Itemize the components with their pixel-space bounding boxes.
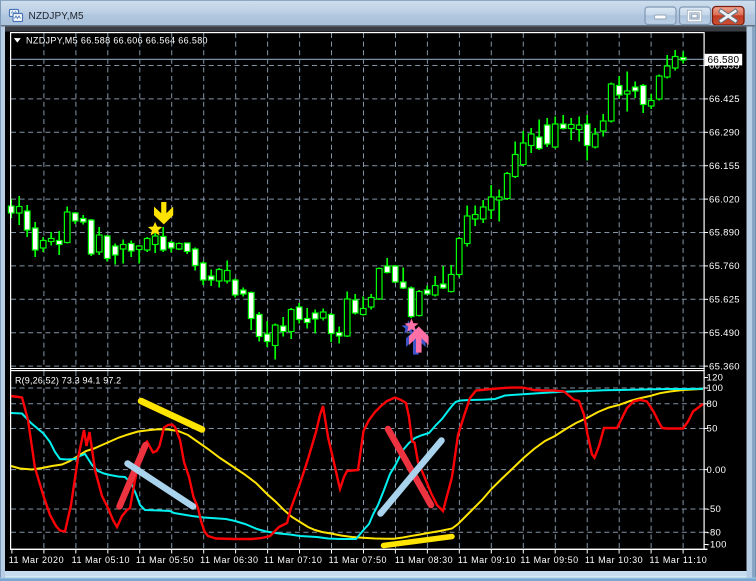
svg-text:65.490: 65.490 — [709, 328, 740, 339]
svg-text:11 Mar 07:10: 11 Mar 07:10 — [264, 555, 322, 565]
svg-text:11 Mar 06:30: 11 Mar 06:30 — [200, 555, 258, 565]
svg-text:66.020: 66.020 — [709, 194, 740, 205]
svg-text:11 Mar 10:30: 11 Mar 10:30 — [585, 555, 643, 565]
svg-text:11 Mar 09:10: 11 Mar 09:10 — [458, 555, 516, 565]
svg-text:11 Mar 07:50: 11 Mar 07:50 — [329, 555, 387, 565]
svg-text:120: 120 — [707, 373, 724, 384]
svg-text:0.00: 0.00 — [707, 465, 727, 476]
svg-text:66.425: 66.425 — [709, 94, 740, 105]
svg-text:65.890: 65.890 — [709, 228, 740, 239]
svg-text:80: 80 — [707, 399, 718, 410]
svg-text:NZDJPY,M5: NZDJPY,M5 — [29, 11, 85, 22]
svg-text:66.155: 66.155 — [709, 161, 740, 172]
svg-text:R(9,26,52) 73.3 94.1 97.2: R(9,26,52) 73.3 94.1 97.2 — [15, 376, 121, 386]
svg-text:100: 100 — [707, 383, 724, 394]
svg-text:66.580: 66.580 — [708, 55, 740, 66]
svg-text:-80: -80 — [707, 528, 722, 539]
svg-text:11 Mar 09:50: 11 Mar 09:50 — [520, 555, 578, 565]
svg-text:11 Mar 05:50: 11 Mar 05:50 — [136, 555, 194, 565]
svg-text:11 Mar 11:10: 11 Mar 11:10 — [650, 555, 708, 565]
svg-text:-50: -50 — [707, 504, 722, 515]
svg-text:NZDJPY,M5 66.588 66.606 66.56: NZDJPY,M5 66.588 66.606 66.564 66.580 — [26, 36, 208, 46]
svg-text:-100: -100 — [707, 540, 727, 551]
svg-text:65.360: 65.360 — [709, 361, 740, 372]
svg-text:11 Mar 2020: 11 Mar 2020 — [9, 555, 64, 565]
svg-text:11 Mar 05:10: 11 Mar 05:10 — [72, 555, 130, 565]
svg-text:66.290: 66.290 — [709, 128, 740, 139]
svg-text:50: 50 — [707, 424, 718, 435]
svg-text:11 Mar 08:30: 11 Mar 08:30 — [395, 555, 453, 565]
svg-text:65.625: 65.625 — [709, 295, 740, 306]
svg-text:65.760: 65.760 — [709, 261, 740, 272]
